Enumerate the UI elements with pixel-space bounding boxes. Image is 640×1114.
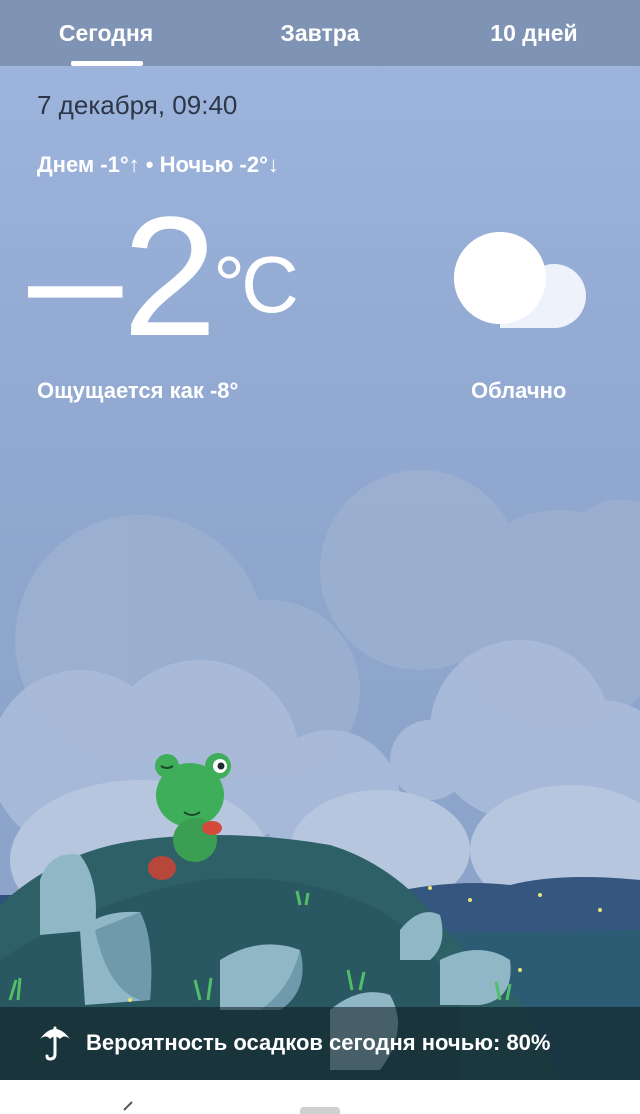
home-button[interactable] [300,1107,340,1114]
feels-like: Ощущается как -8° [37,378,239,403]
temperature-sign: – [28,182,123,372]
tab-bar: Сегодня Завтра 10 дней [0,0,640,66]
umbrella-icon [40,1026,70,1061]
precipitation-text: Вероятность осадков сегодня ночью: 80% [86,1030,551,1055]
temperature-unit: °C [213,240,299,329]
temperature-value: 2 [122,182,218,372]
tab-tomorrow[interactable]: Завтра [244,0,396,66]
cloud-icon [454,232,586,328]
day-night-temperatures: Днем -1°↑ • Ночью -2°↓ [37,152,279,177]
current-temperature: –2°C [28,182,299,372]
tab-today[interactable]: Сегодня [30,0,182,66]
tab-selected-indicator [71,61,143,66]
weather-screen: Сегодня Завтра 10 дней 7 декабря, 09:40 … [0,0,640,1114]
back-icon[interactable] [118,1100,138,1114]
tab-10-days[interactable]: 10 дней [458,0,610,66]
weather-condition: Облачно [471,378,567,403]
date-time: 7 декабря, 09:40 [37,90,238,120]
